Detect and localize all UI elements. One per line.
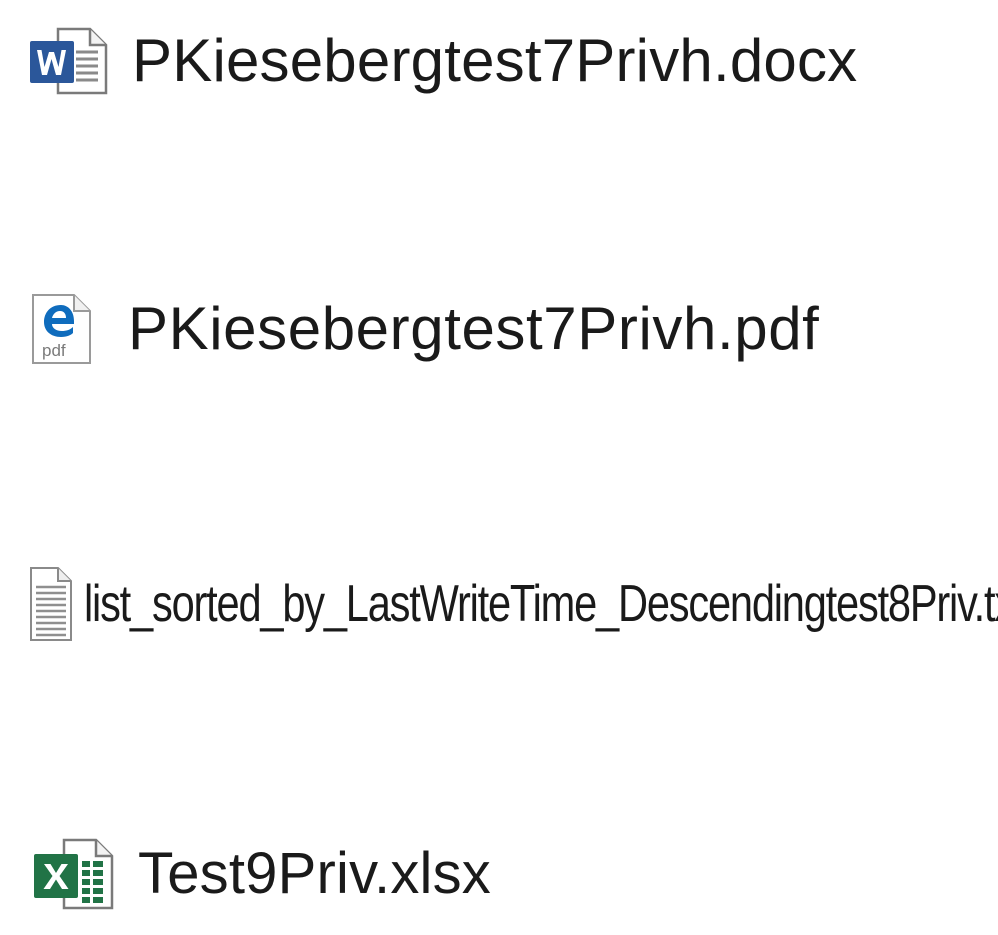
- file-name: list_sorted_by_LastWriteTime_Descendingt…: [84, 575, 998, 633]
- excel-spreadsheet-icon: [34, 838, 114, 910]
- file-item-txt[interactable]: list_sorted_by_LastWriteTime_Descendingt…: [28, 563, 998, 645]
- file-name: PKiesebergtest7Privh.docx: [132, 27, 858, 94]
- file-item-docx[interactable]: PKiesebergtest7Privh.docx: [28, 26, 857, 96]
- edge-pdf-icon: pdf: [32, 294, 91, 364]
- svg-text:pdf: pdf: [42, 341, 66, 360]
- file-item-xlsx[interactable]: Test9Priv.xlsx: [32, 836, 491, 912]
- text-file-icon: [30, 567, 72, 641]
- file-name: PKiesebergtest7Privh.pdf: [128, 295, 820, 362]
- word-document-icon: [30, 27, 108, 95]
- file-name: Test9Priv.xlsx: [138, 841, 492, 906]
- file-list: PKiesebergtest7Privh.docx pdf PKieseberg…: [0, 0, 998, 935]
- file-item-pdf[interactable]: pdf PKiesebergtest7Privh.pdf: [28, 292, 819, 366]
